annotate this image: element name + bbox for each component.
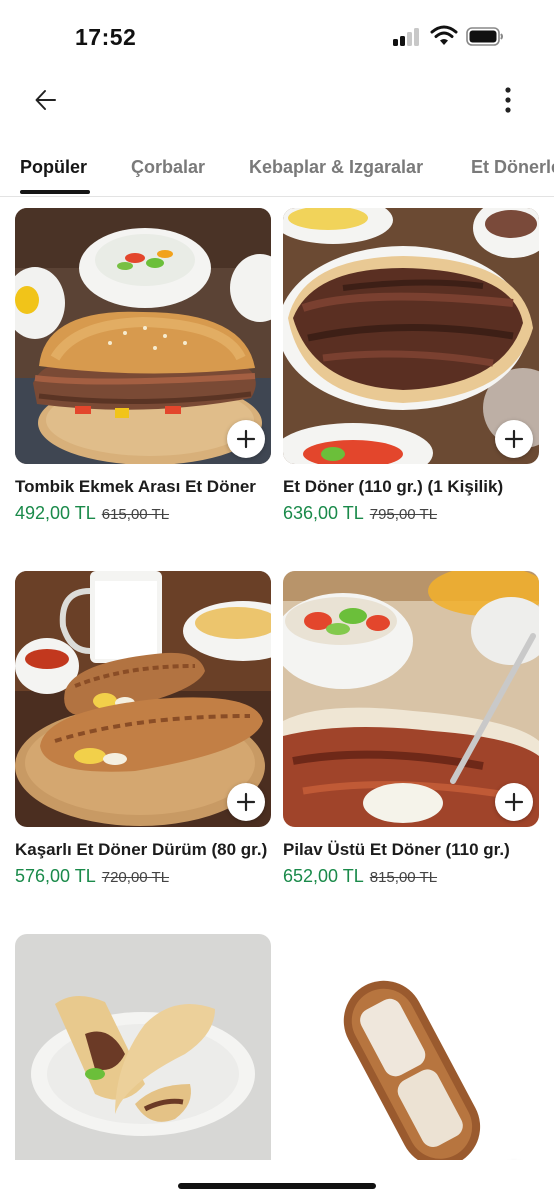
back-arrow-icon xyxy=(35,90,56,110)
wifi-icon xyxy=(430,25,458,45)
active-tab-indicator xyxy=(20,190,90,194)
status-bar: 17:52 xyxy=(0,0,554,70)
bottom-safe-area xyxy=(0,1160,554,1200)
product-price: 652,00 TL 815,00 TL xyxy=(283,865,539,889)
old-price: 795,00 TL xyxy=(369,506,438,523)
product-card[interactable] xyxy=(283,934,539,1190)
current-price: 636,00 TL xyxy=(283,503,364,523)
product-image xyxy=(15,571,271,827)
category-tabs: Popüler Çorbalar Kebaplar & Izgaralar Et… xyxy=(0,140,554,197)
product-price: 636,00 TL 795,00 TL xyxy=(283,502,539,526)
product-price: 576,00 TL 720,00 TL xyxy=(15,865,271,889)
product-image xyxy=(283,571,539,827)
product-image xyxy=(283,208,539,464)
battery-icon xyxy=(466,27,503,46)
add-to-cart-button[interactable] xyxy=(495,420,533,458)
product-name: Tombik Ekmek Arası Et Döner xyxy=(15,477,256,496)
signal-icon xyxy=(393,28,423,46)
header xyxy=(0,70,554,130)
plus-icon xyxy=(236,792,256,812)
product-image xyxy=(15,208,271,464)
old-price: 615,00 TL xyxy=(101,506,170,523)
plus-icon xyxy=(236,429,256,449)
status-time: 17:52 xyxy=(75,24,137,50)
product-name: Kaşarlı Et Döner Dürüm (80 gr.) xyxy=(15,840,268,859)
product-card[interactable]: Kaşarlı Et Döner Dürüm (80 gr.) 576,00 T… xyxy=(15,571,271,889)
add-to-cart-button[interactable] xyxy=(495,783,533,821)
home-indicator[interactable] xyxy=(178,1183,376,1189)
current-price: 652,00 TL xyxy=(283,866,364,886)
product-name: Et Döner (110 gr.) (1 Kişilik) xyxy=(283,477,504,496)
more-options-button[interactable] xyxy=(490,80,526,120)
product-image xyxy=(15,934,271,1190)
product-name: Pilav Üstü Et Döner (110 gr.) xyxy=(283,840,510,859)
product-card[interactable] xyxy=(15,934,271,1190)
current-price: 492,00 TL xyxy=(15,503,96,523)
tab-et-donerler[interactable]: Et Dönerle xyxy=(471,157,554,178)
plus-icon xyxy=(504,429,524,449)
plus-icon xyxy=(504,792,524,812)
tab-populer[interactable]: Popüler xyxy=(20,157,87,178)
tab-kebaplar-izgaralar[interactable]: Kebaplar & Izgaralar xyxy=(249,157,423,178)
tab-corbalar[interactable]: Çorbalar xyxy=(131,157,205,178)
product-card[interactable]: Pilav Üstü Et Döner (110 gr.) 652,00 TL 8… xyxy=(283,571,539,889)
add-to-cart-button[interactable] xyxy=(227,420,265,458)
old-price: 815,00 TL xyxy=(369,869,438,886)
current-price: 576,00 TL xyxy=(15,866,96,886)
more-vertical-icon xyxy=(505,87,511,113)
back-button[interactable] xyxy=(26,80,66,120)
product-price: 492,00 TL 615,00 TL xyxy=(15,502,271,526)
add-to-cart-button[interactable] xyxy=(227,783,265,821)
product-card[interactable]: Tombik Ekmek Arası Et Döner 492,00 TL 615… xyxy=(15,208,271,526)
product-image xyxy=(283,934,539,1190)
old-price: 720,00 TL xyxy=(101,869,170,886)
product-card[interactable]: Et Döner (110 gr.) (1 Kişilik) 636,00 TL… xyxy=(283,208,539,526)
